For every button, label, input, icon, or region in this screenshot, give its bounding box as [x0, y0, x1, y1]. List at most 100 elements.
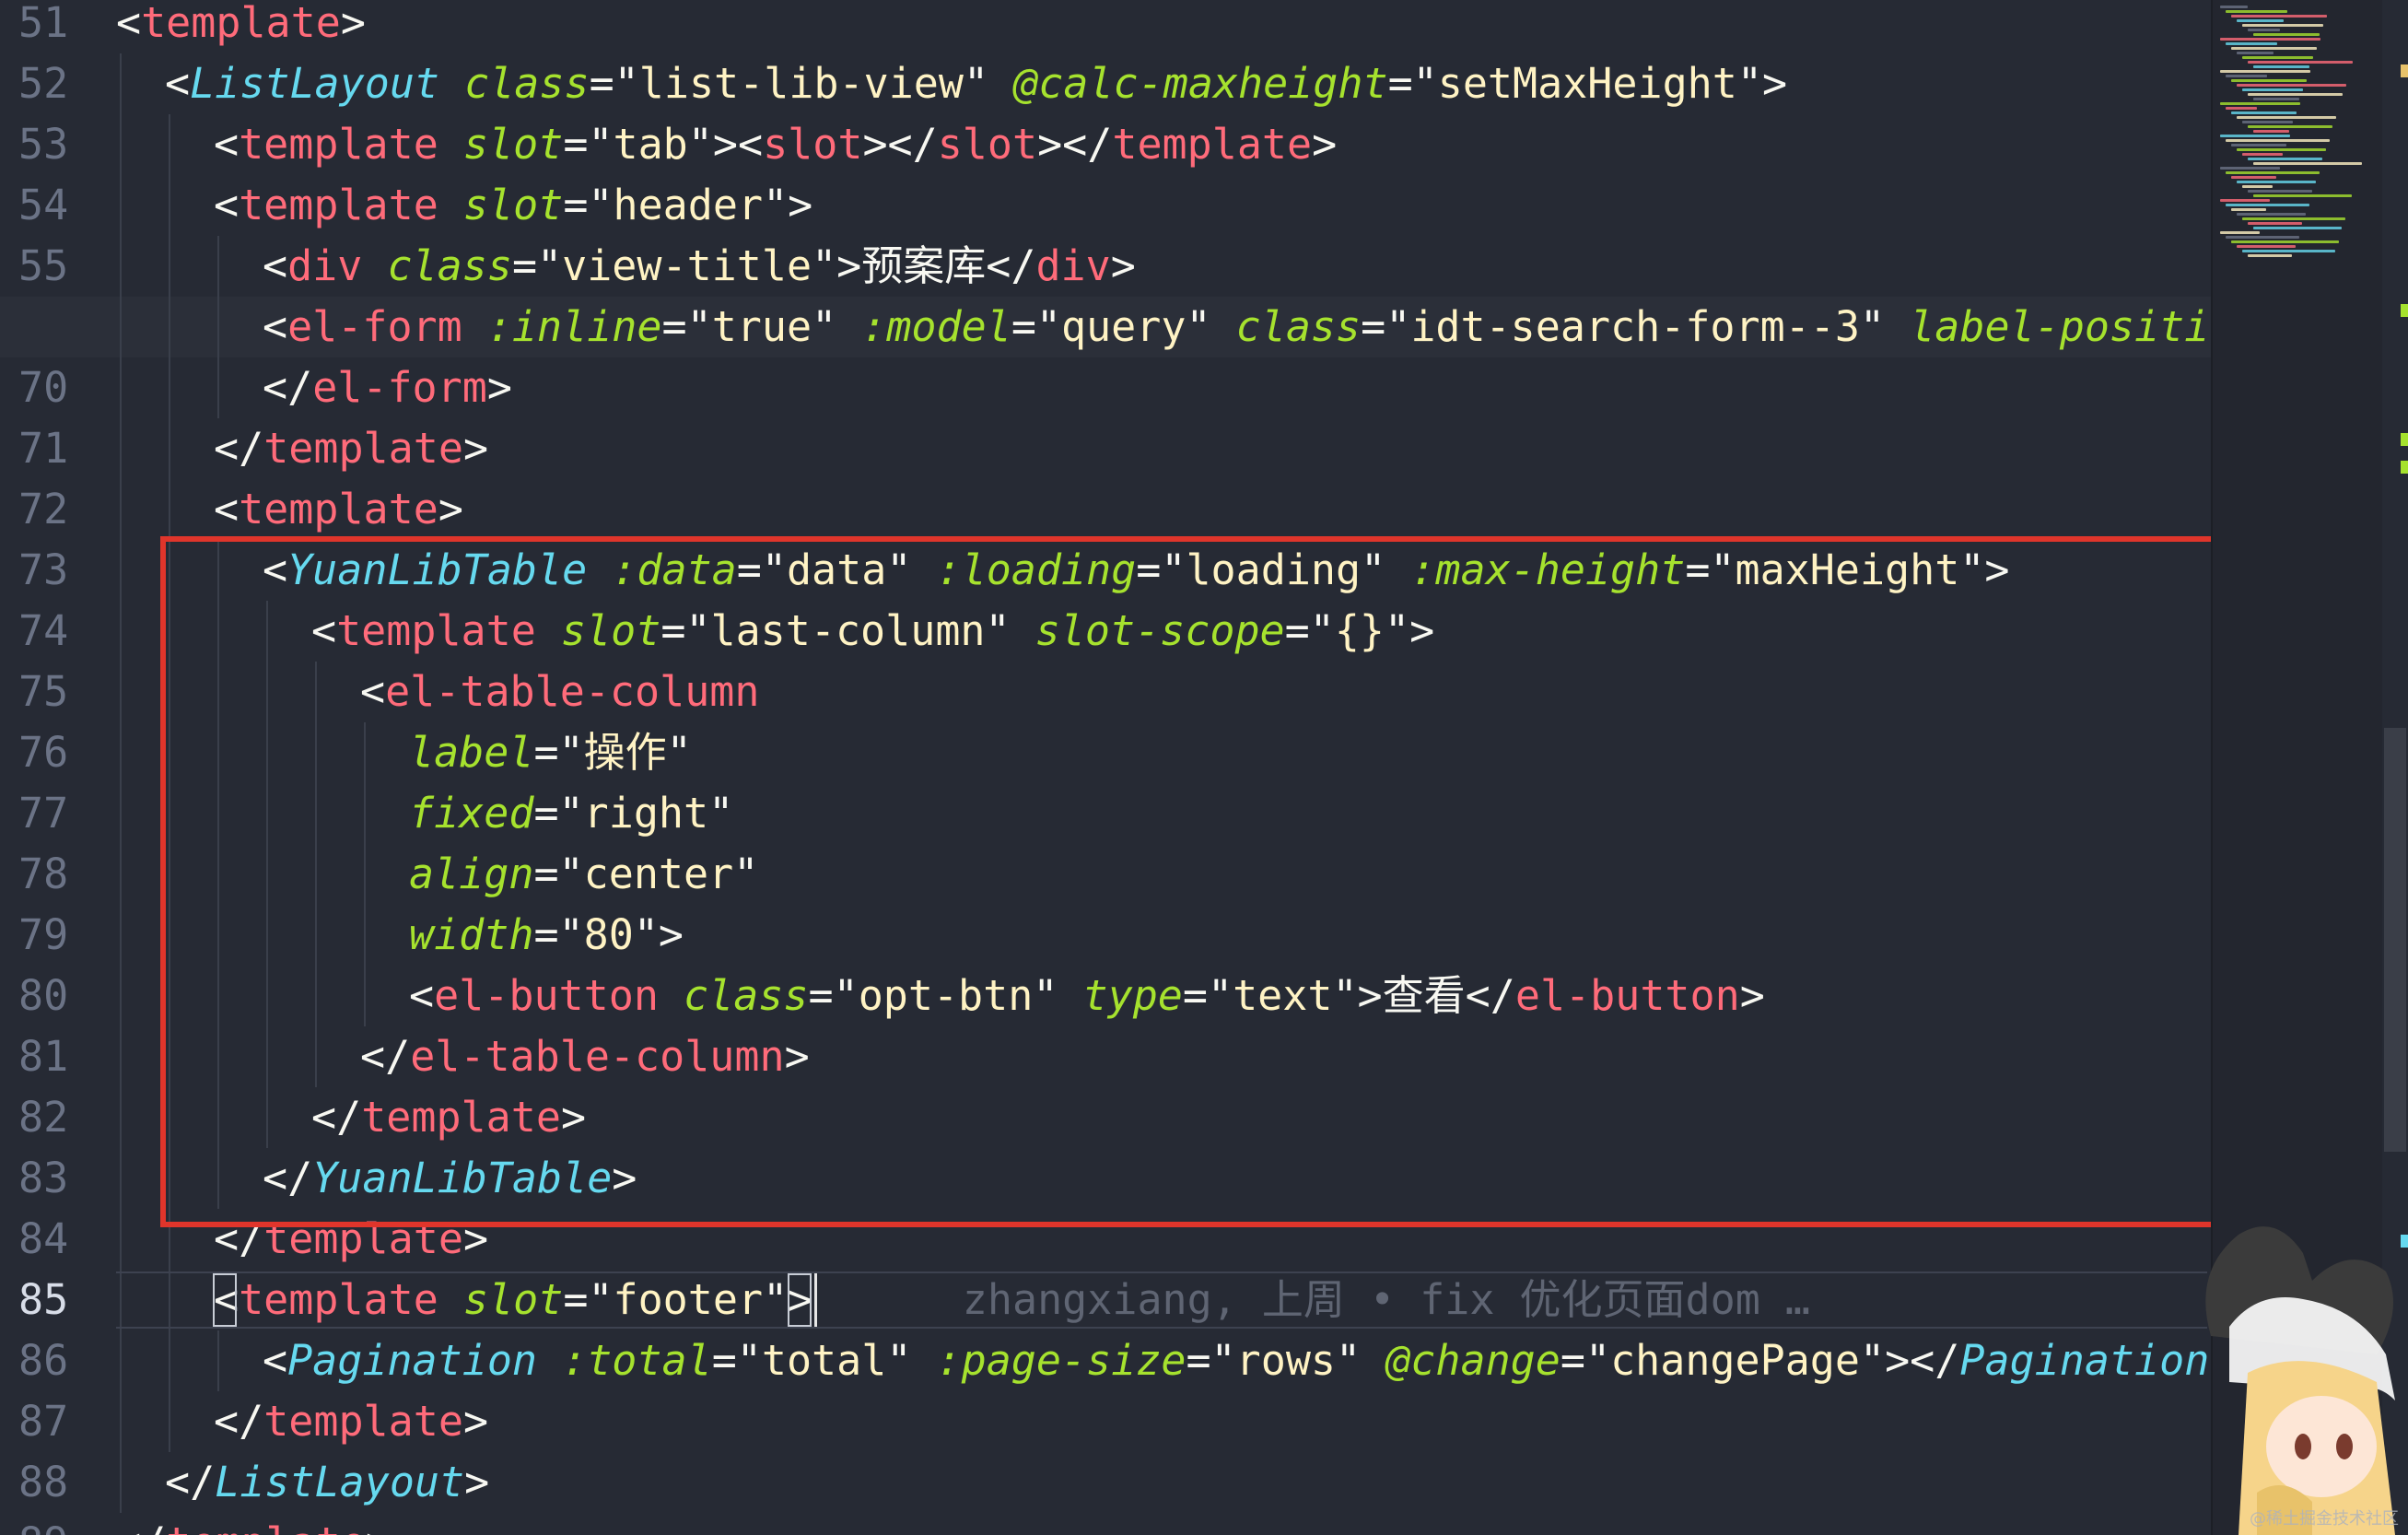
minimap-line: [2253, 130, 2289, 133]
minimap-line: [2242, 56, 2313, 59]
code-token: ListLayout: [190, 59, 440, 108]
code-line[interactable]: <ListLayout class="list-lib-view" @calc-…: [0, 53, 2211, 114]
code-token: idt-search-form--3: [1410, 302, 1860, 351]
code-token: ": [1186, 302, 1236, 351]
minimap-line: [2253, 65, 2309, 68]
minimap-line: [2237, 84, 2346, 87]
code-line[interactable]: </ListLayout>: [0, 1452, 2211, 1513]
minimap-line: [2253, 33, 2320, 36]
code-line[interactable]: <template slot="tab"><slot></slot></temp…: [0, 114, 2211, 175]
indent-guide: [217, 236, 219, 297]
text-cursor: [814, 1273, 817, 1327]
code-token: true: [711, 302, 812, 351]
code-line[interactable]: <template slot="header">: [0, 175, 2211, 236]
indent-guide: [120, 1148, 122, 1209]
code-line[interactable]: </el-form>: [0, 357, 2211, 418]
minimap-line: [2231, 240, 2339, 243]
indent-guide: [169, 236, 170, 297]
indent-guide: [120, 1452, 122, 1513]
code-line[interactable]: </template>: [0, 418, 2211, 479]
code-token: =": [1560, 1336, 1611, 1385]
code-token: slot: [937, 120, 1038, 169]
scrollbar-change-marker: [2401, 64, 2408, 77]
minimap-line: [2231, 79, 2307, 82]
code-token: 预案库: [861, 241, 987, 290]
code-token: slot: [462, 120, 564, 169]
minimap-line: [2220, 70, 2310, 73]
code-token: >: [438, 485, 463, 533]
indent-guide: [120, 1330, 122, 1391]
minimap-line: [2220, 102, 2300, 105]
code-token: >: [340, 0, 366, 47]
indent-guide: [169, 114, 170, 175]
indent-guide: [169, 357, 170, 418]
scrollbar-change-marker: [2401, 433, 2408, 446]
code-token: <: [263, 302, 288, 351]
code-line[interactable]: </template>: [0, 1513, 2211, 1535]
indent-guide: [120, 662, 122, 722]
code-token: label-position: [1910, 302, 2211, 351]
code-line[interactable]: </template>: [0, 1391, 2211, 1452]
minimap-line: [2226, 139, 2330, 142]
indent-guide: [217, 1330, 219, 1391]
minimap-line: [2253, 227, 2342, 229]
minimap-line: [2237, 245, 2296, 248]
minimap-line: [2220, 167, 2280, 170]
indent-guide: [120, 905, 122, 966]
minimap-line: [2220, 38, 2320, 41]
code-token: ListLayout: [215, 1458, 465, 1506]
code-line[interactable]: <div class="view-title">预案库</div>: [0, 236, 2211, 297]
indent-guide: [120, 1209, 122, 1270]
scrollbar-change-marker: [2401, 461, 2408, 474]
indent-guide: [217, 357, 219, 418]
code-token: =": [1387, 59, 1438, 108]
minimap-line: [2248, 125, 2332, 128]
code-token: >: [462, 1397, 489, 1446]
code-line[interactable]: <template slot="footer"> zhangxiang, 上周 …: [0, 1270, 2211, 1330]
code-token: template: [1112, 120, 1313, 169]
minimap-line: [2237, 181, 2316, 183]
indent-guide: [217, 297, 219, 357]
code-editor[interactable]: 515253545556›707172737475767778798081828…: [0, 0, 2408, 1535]
code-token: :page-size: [936, 1336, 1186, 1385]
code-line[interactable]: <Pagination :total="total" :page-size="r…: [0, 1330, 2211, 1391]
code-token: Pagination: [287, 1336, 538, 1385]
code-token: template: [166, 1518, 366, 1535]
code-line[interactable]: <el-form :inline="true" :model="query" c…: [0, 297, 2211, 357]
code-token: @calc-maxheight: [1013, 59, 1388, 108]
code-line[interactable]: <template>: [0, 479, 2211, 540]
indent-guide: [120, 601, 122, 662]
indent-guide: [120, 1087, 122, 1148]
code-token: list-lib-view: [638, 59, 964, 108]
minimap-line: [2226, 42, 2277, 45]
code-token: </: [986, 241, 1036, 290]
minimap-line: [2231, 15, 2327, 18]
minimap-line: [2231, 47, 2317, 50]
code-token: <: [214, 181, 240, 229]
minimap-line: [2220, 6, 2248, 8]
code-line[interactable]: <template>: [0, 0, 2211, 53]
indent-guide: [120, 236, 122, 297]
code-token: =": [1186, 1336, 1236, 1385]
indent-guide: [120, 297, 122, 357]
minimap-line: [2242, 153, 2283, 156]
minimap-line: [2242, 217, 2345, 220]
code-token: </: [263, 363, 313, 412]
minimap-line: [2248, 61, 2353, 64]
code-token: </: [165, 1458, 216, 1506]
indent-guide: [169, 479, 170, 540]
minimap-line: [2253, 162, 2362, 165]
code-token: view-title: [562, 241, 812, 290]
code-token: class: [464, 59, 590, 108]
minimap-line: [2220, 231, 2260, 234]
highlight-annotation-box: [160, 536, 2283, 1227]
code-token: <: [263, 1336, 288, 1385]
code-token: </: [116, 1518, 166, 1535]
code-token: slot: [462, 1275, 564, 1324]
scrollbar-thumb[interactable]: [2384, 728, 2406, 1152]
code-token: query: [1061, 302, 1186, 351]
minimap-line: [2237, 213, 2306, 216]
